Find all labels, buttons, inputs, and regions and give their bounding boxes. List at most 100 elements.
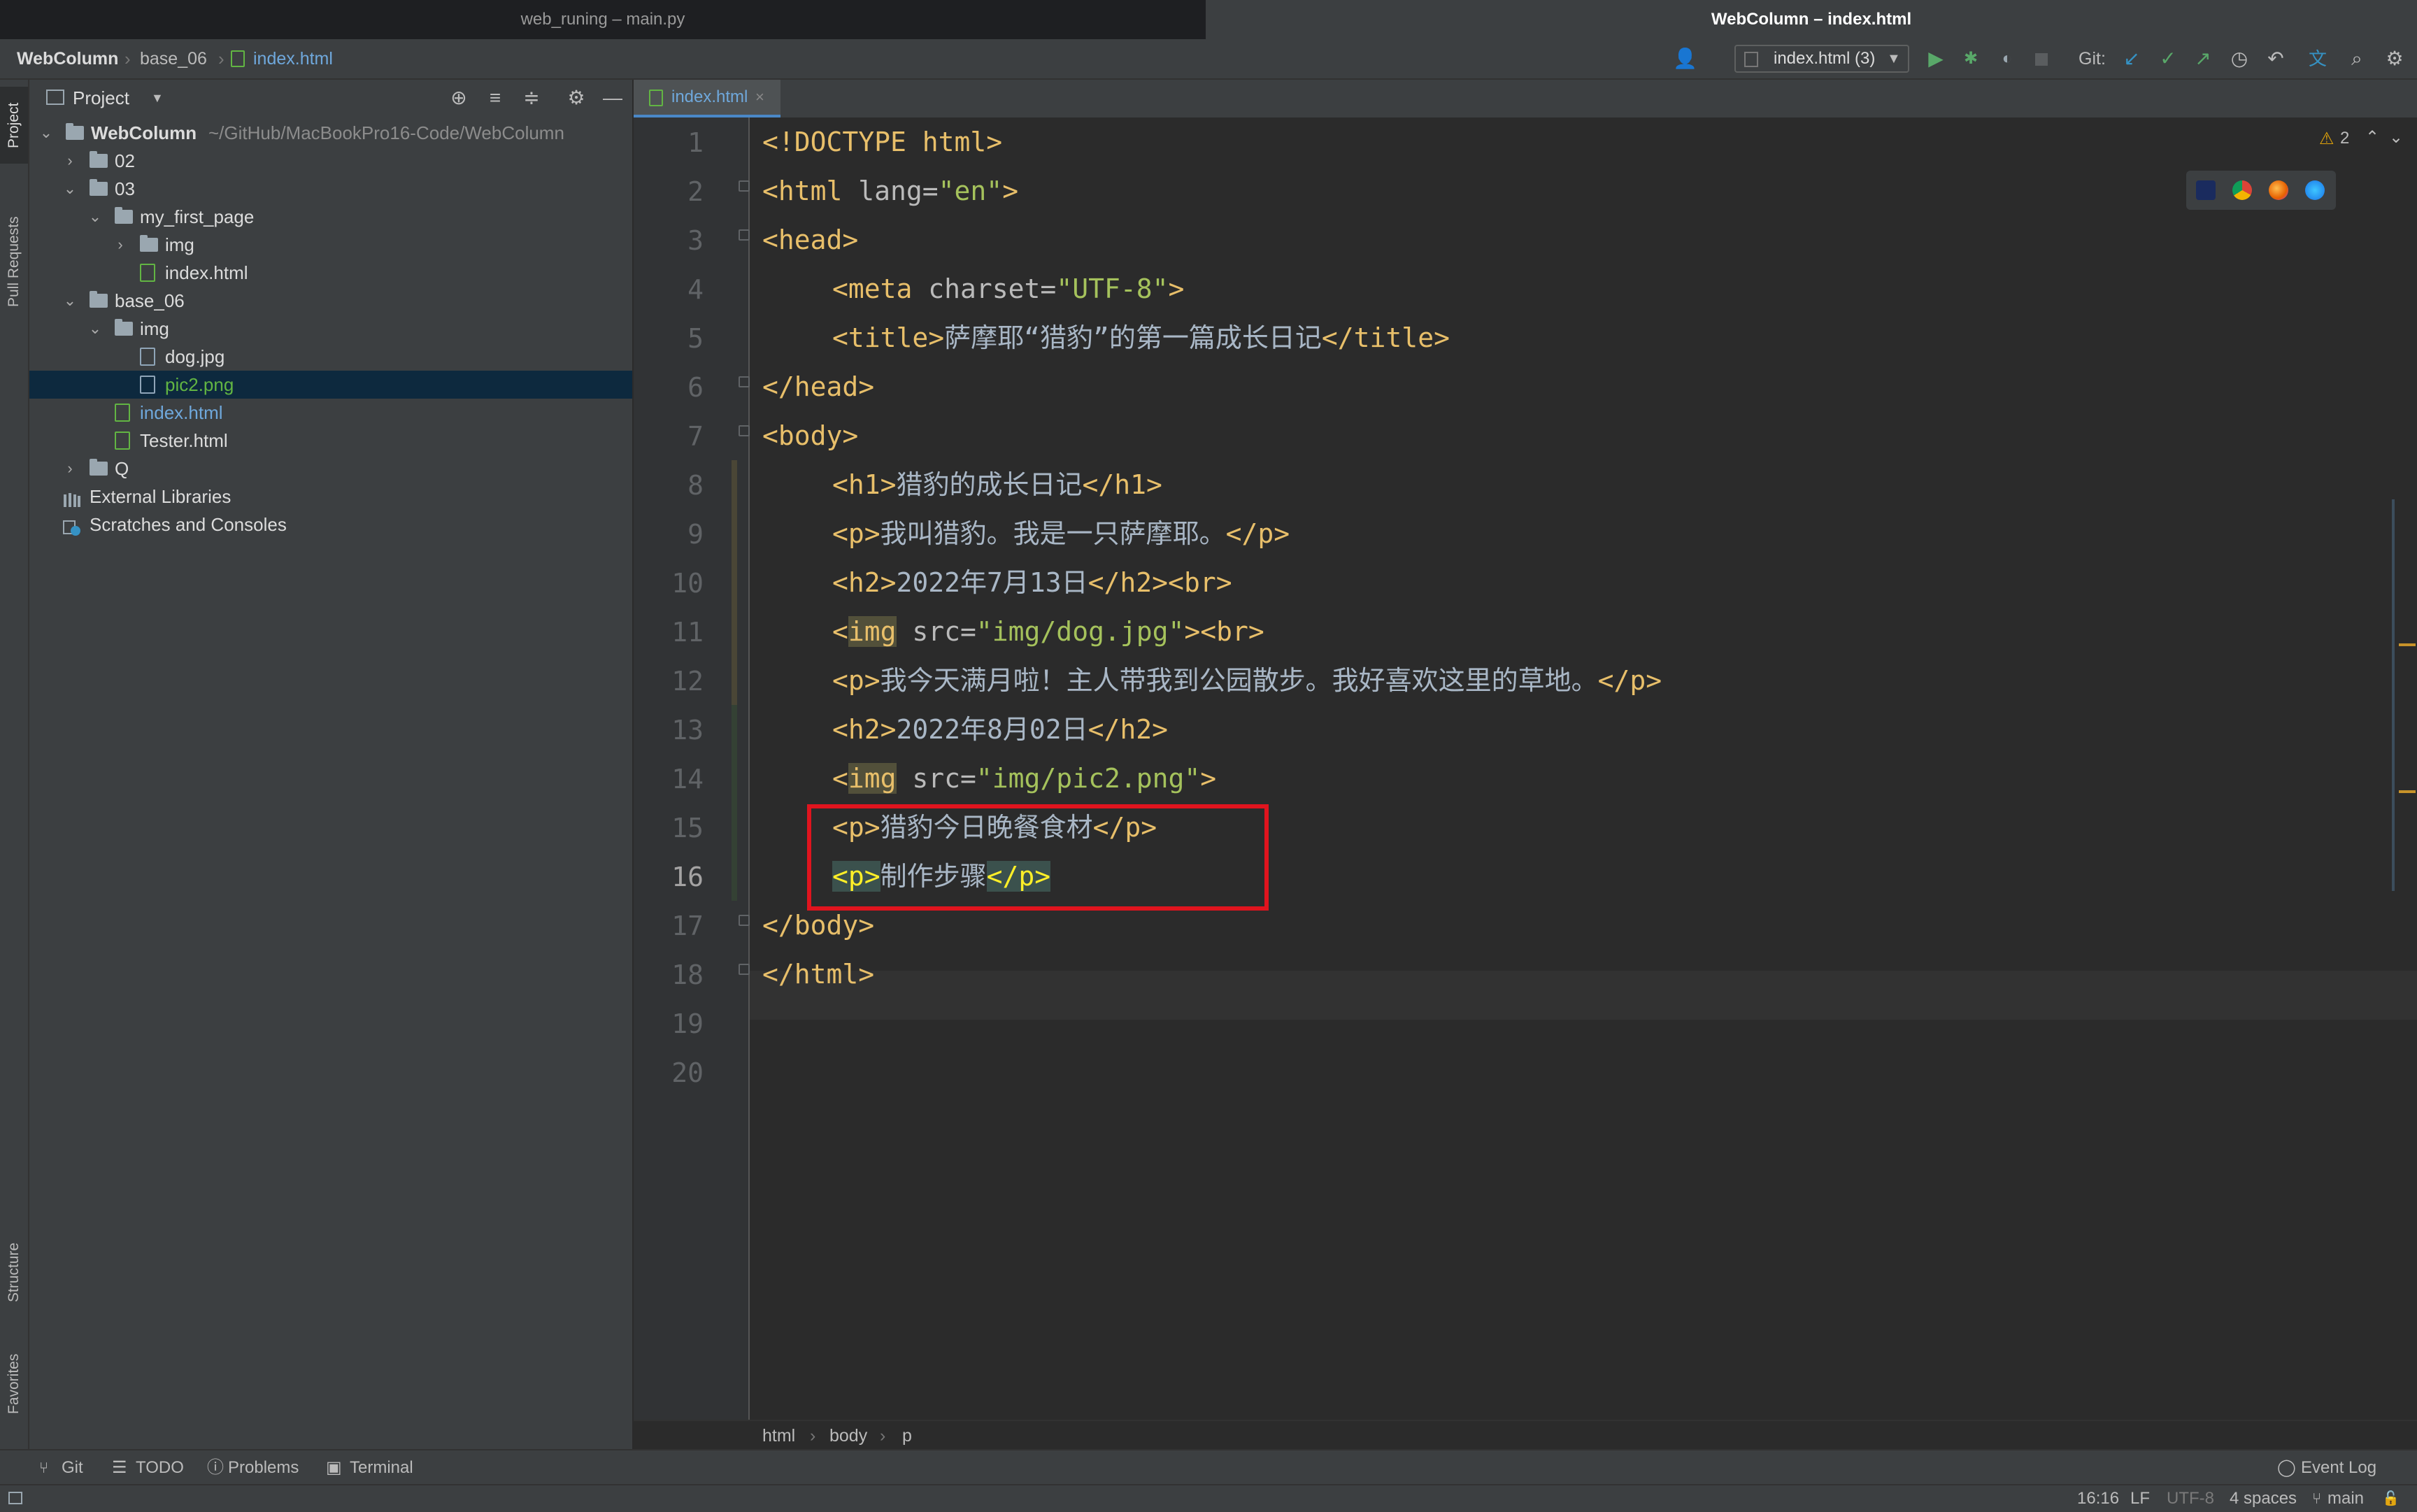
window-tab-index-html[interactable]: WebColumn – index.html: [1206, 0, 2417, 39]
terminal-tool-button[interactable]: Terminal: [350, 1450, 413, 1485]
indent-setting[interactable]: 4 spaces: [2230, 1485, 2297, 1512]
window-tab-main-py[interactable]: web_runing – main.py: [0, 0, 1206, 39]
gear-icon[interactable]: ⚙: [2383, 48, 2406, 70]
git-tool-button[interactable]: Git: [62, 1450, 83, 1485]
chevron-down-icon: ▼: [1887, 51, 1901, 66]
tree-item-img[interactable]: ⌄ img: [29, 315, 632, 343]
current-line-highlight: [748, 971, 2417, 1020]
code-token: </p>: [1597, 665, 1662, 696]
fold-marker-icon[interactable]: [739, 376, 750, 387]
tree-item-02[interactable]: › 02: [29, 147, 632, 175]
tree-item-base-06[interactable]: ⌄ base_06: [29, 287, 632, 315]
tree-item-label: dog.jpg: [165, 346, 225, 367]
git-update-icon[interactable]: ↙: [2120, 48, 2143, 70]
breadcrumb-separator: ›: [218, 48, 224, 69]
git-push-icon[interactable]: ↗: [2192, 48, 2214, 70]
structure-tool-tab[interactable]: Structure: [0, 1227, 28, 1318]
locate-icon[interactable]: ⊕: [448, 87, 470, 109]
scrollbar-warning-mark[interactable]: [2399, 790, 2416, 793]
debug-icon[interactable]: ✱: [1960, 48, 1982, 70]
code-token: src=: [896, 763, 976, 794]
close-icon[interactable]: ×: [755, 80, 764, 115]
previous-highlight-icon[interactable]: ⌃: [2365, 127, 2379, 148]
code-token: "en": [938, 176, 1003, 206]
history-icon[interactable]: ◷: [2228, 48, 2251, 70]
translate-icon[interactable]: 文: [2307, 48, 2329, 70]
rollback-icon[interactable]: ↶: [2265, 48, 2287, 70]
line-number: 11: [671, 617, 704, 648]
tree-item-tester-html[interactable]: Tester.html: [29, 427, 632, 455]
coverage-icon[interactable]: ◐: [1996, 48, 2018, 70]
tree-item-scratches[interactable]: Scratches and Consoles: [29, 511, 632, 539]
tree-item-label: Tester.html: [140, 430, 228, 451]
folder-icon: [90, 151, 108, 168]
tree-item-03[interactable]: ⌄ 03: [29, 175, 632, 203]
stop-icon[interactable]: [2035, 53, 2048, 66]
favorites-tool-tab[interactable]: Favorites: [0, 1339, 28, 1429]
fold-marker-icon[interactable]: [739, 425, 750, 436]
tree-item-label: index.html: [165, 262, 248, 283]
breadcrumb-tag-p[interactable]: p: [902, 1421, 912, 1450]
tree-item-index-html[interactable]: index.html: [29, 259, 632, 287]
tree-item-label: Q: [115, 458, 129, 479]
todo-tool-button[interactable]: TODO: [136, 1450, 184, 1485]
tree-item-dog-jpg[interactable]: dog.jpg: [29, 343, 632, 371]
tree-item-pic2-png[interactable]: pic2.png: [29, 371, 632, 399]
lock-icon[interactable]: 🔓: [2382, 1485, 2400, 1512]
chrome-icon[interactable]: [2232, 180, 2252, 200]
html-file-icon: [231, 50, 245, 67]
fold-marker-icon[interactable]: [739, 915, 750, 926]
tree-item-my-first-page[interactable]: ⌄ my_first_page: [29, 203, 632, 231]
run-configuration-select[interactable]: index.html (3) ▼: [1734, 45, 1909, 73]
code-token: 2022年7月13日: [896, 567, 1088, 598]
breadcrumb-project[interactable]: WebColumn: [17, 39, 118, 78]
problems-tool-button[interactable]: Problems: [228, 1450, 299, 1485]
breadcrumb-tag-body[interactable]: body: [829, 1421, 867, 1450]
code-editor[interactable]: 1 2 3 4 5 6 7 8 9 10 11 12 13 14 15 16 1…: [634, 117, 2417, 1420]
git-branch[interactable]: main: [2327, 1485, 2364, 1512]
folder-icon: [115, 207, 133, 224]
tree-item-index-html[interactable]: index.html: [29, 399, 632, 427]
user-icon[interactable]: 👤: [1673, 48, 1697, 70]
event-log-tool-button[interactable]: Event Log: [2301, 1450, 2376, 1485]
next-highlight-icon[interactable]: ⌄: [2389, 127, 2403, 148]
project-tool-tab[interactable]: Project: [0, 87, 28, 164]
tree-item-q[interactable]: › Q: [29, 455, 632, 483]
breadcrumb-file[interactable]: index.html: [253, 39, 333, 78]
git-commit-icon[interactable]: ✓: [2157, 48, 2179, 70]
project-panel-title[interactable]: Project: [73, 80, 129, 116]
editor-tab-index-html[interactable]: index.html ×: [634, 80, 780, 117]
fold-marker-icon[interactable]: [739, 964, 750, 975]
breadcrumb-tag-html[interactable]: html: [762, 1421, 795, 1450]
firefox-icon[interactable]: [2269, 180, 2288, 200]
hide-panel-icon[interactable]: —: [601, 87, 624, 109]
scrollbar-warning-mark[interactable]: [2399, 643, 2416, 646]
file-encoding[interactable]: UTF-8: [2167, 1485, 2214, 1512]
search-icon[interactable]: ⌕: [2346, 48, 2368, 70]
code-token: <!DOCTYPE html>: [762, 127, 1003, 157]
fold-marker-icon[interactable]: [739, 229, 750, 241]
code-token: <p>: [832, 518, 880, 549]
code-line-4: <meta charset="UTF-8">: [832, 264, 1184, 313]
caret-position[interactable]: 16:16: [2077, 1485, 2119, 1512]
webstorm-browser-icon[interactable]: [2196, 180, 2216, 200]
layout-icon[interactable]: [8, 1492, 22, 1504]
line-separator[interactable]: LF: [2130, 1485, 2150, 1512]
tree-root-webcolumn[interactable]: ⌄ WebColumn ~/GitHub/MacBookPro16-Code/W…: [29, 119, 632, 147]
line-number: 19: [671, 1008, 704, 1039]
tree-item-external-libraries[interactable]: External Libraries: [29, 483, 632, 511]
scrollbar-thumb[interactable]: [2392, 499, 2395, 891]
fold-marker-icon[interactable]: [739, 180, 750, 192]
expand-all-icon[interactable]: ≡: [484, 87, 506, 109]
tree-item-img[interactable]: › img: [29, 231, 632, 259]
code-token: <h1>: [832, 469, 897, 500]
safari-icon[interactable]: [2305, 180, 2325, 200]
warning-icon[interactable]: ⚠: [2319, 129, 2334, 149]
code-token: "img/dog.jpg": [976, 616, 1185, 647]
pull-requests-tool-tab[interactable]: Pull Requests: [0, 192, 28, 331]
gear-icon[interactable]: ⚙: [565, 87, 587, 109]
chevron-down-icon[interactable]: ▼: [151, 80, 164, 116]
collapse-all-icon[interactable]: ≑: [520, 87, 543, 109]
breadcrumb-folder[interactable]: base_06: [140, 39, 207, 78]
run-icon[interactable]: ▶: [1925, 48, 1947, 70]
